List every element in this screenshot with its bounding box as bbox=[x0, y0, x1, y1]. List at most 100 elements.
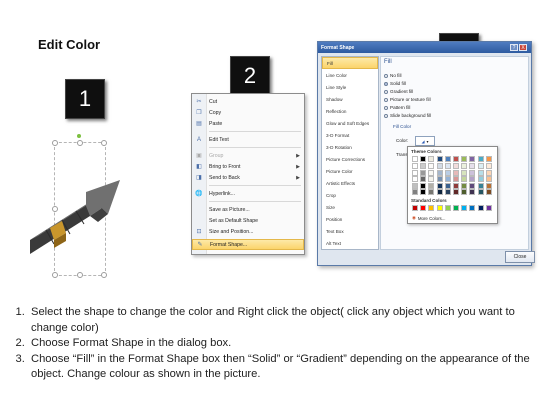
menu-item-edit-text[interactable]: A Edit Text bbox=[192, 134, 304, 145]
theme-color-swatch[interactable] bbox=[485, 189, 492, 195]
theme-color-swatch[interactable] bbox=[412, 163, 418, 170]
nav-shadow[interactable]: Shadow bbox=[322, 93, 378, 105]
nav-picture-corrections[interactable]: Picture Corrections bbox=[322, 153, 378, 165]
dialog-close-icon[interactable]: X bbox=[519, 44, 527, 51]
theme-color-swatch[interactable] bbox=[469, 189, 476, 195]
close-button[interactable]: Close bbox=[505, 251, 535, 263]
menu-item-bring-to-front[interactable]: ◧ Bring to Front ▶ bbox=[192, 161, 304, 172]
theme-color-swatch[interactable] bbox=[461, 176, 468, 183]
theme-color-swatch[interactable] bbox=[428, 176, 435, 183]
theme-color-swatch[interactable] bbox=[444, 182, 451, 189]
theme-color-swatch[interactable] bbox=[436, 169, 443, 176]
menu-item-cut[interactable]: ✂ Cut bbox=[192, 96, 304, 107]
theme-color-swatch[interactable] bbox=[412, 182, 418, 189]
menu-item-set-default-shape[interactable]: Set as Default Shape bbox=[192, 215, 304, 226]
theme-color-swatch[interactable] bbox=[461, 189, 468, 195]
theme-color-swatch[interactable] bbox=[485, 169, 492, 176]
theme-color-swatch[interactable] bbox=[477, 176, 484, 183]
standard-color-swatch[interactable] bbox=[453, 205, 459, 211]
theme-color-swatch[interactable] bbox=[453, 189, 459, 195]
standard-color-swatch[interactable] bbox=[436, 205, 443, 211]
theme-color-swatch[interactable] bbox=[436, 156, 443, 162]
standard-color-swatch[interactable] bbox=[461, 205, 468, 211]
resize-handle[interactable] bbox=[101, 272, 107, 278]
theme-color-swatch[interactable] bbox=[485, 182, 492, 189]
nav-3d-rotation[interactable]: 3-D Rotation bbox=[322, 141, 378, 153]
theme-color-swatch[interactable] bbox=[477, 189, 484, 195]
theme-color-swatch[interactable] bbox=[444, 189, 451, 195]
fill-color-dropdown[interactable]: ◢ ▾ bbox=[415, 136, 435, 146]
theme-color-swatch[interactable] bbox=[477, 182, 484, 189]
nav-crop[interactable]: Crop bbox=[322, 189, 378, 201]
theme-color-swatch[interactable] bbox=[485, 156, 492, 162]
theme-color-swatch[interactable] bbox=[469, 176, 476, 183]
theme-color-swatch[interactable] bbox=[436, 163, 443, 170]
theme-color-swatch[interactable] bbox=[420, 189, 427, 195]
theme-color-swatch[interactable] bbox=[477, 169, 484, 176]
menu-item-paste[interactable]: ▤ Paste bbox=[192, 118, 304, 129]
standard-color-swatch[interactable] bbox=[412, 205, 418, 211]
menu-item-format-shape[interactable]: ✎ Format Shape... bbox=[192, 239, 304, 250]
radio-solid-fill[interactable]: Solid fill bbox=[384, 81, 406, 86]
theme-color-swatch[interactable] bbox=[428, 182, 435, 189]
help-button[interactable]: ? bbox=[510, 44, 518, 51]
theme-color-swatch[interactable] bbox=[461, 182, 468, 189]
nav-line-style[interactable]: Line Style bbox=[322, 81, 378, 93]
nav-alt-text[interactable]: Alt Text bbox=[322, 237, 378, 249]
theme-color-swatch[interactable] bbox=[469, 163, 476, 170]
radio-slide-background-fill[interactable]: Slide background fill bbox=[384, 113, 431, 118]
menu-item-hyperlink[interactable]: 🌐 Hyperlink... bbox=[192, 188, 304, 199]
radio-pattern-fill[interactable]: Pattern fill bbox=[384, 105, 410, 110]
theme-color-swatch[interactable] bbox=[412, 176, 418, 183]
theme-color-swatch[interactable] bbox=[420, 156, 427, 162]
resize-handle[interactable] bbox=[77, 140, 83, 146]
nav-fill[interactable]: Fill bbox=[322, 57, 378, 69]
theme-color-swatch[interactable] bbox=[412, 169, 418, 176]
resize-handle[interactable] bbox=[52, 272, 58, 278]
theme-color-swatch[interactable] bbox=[469, 169, 476, 176]
more-colors-option[interactable]: ◉ More Colors... bbox=[412, 215, 445, 221]
theme-color-swatch[interactable] bbox=[453, 182, 459, 189]
theme-color-swatch[interactable] bbox=[436, 176, 443, 183]
theme-color-swatch[interactable] bbox=[420, 169, 427, 176]
theme-color-swatch[interactable] bbox=[453, 169, 459, 176]
theme-color-swatch[interactable] bbox=[461, 163, 468, 170]
nav-picture-color[interactable]: Picture Color bbox=[322, 165, 378, 177]
theme-color-swatch[interactable] bbox=[444, 169, 451, 176]
standard-color-swatch[interactable] bbox=[485, 205, 492, 211]
standard-color-swatch[interactable] bbox=[420, 205, 427, 211]
standard-color-swatch[interactable] bbox=[477, 205, 484, 211]
theme-color-swatch[interactable] bbox=[412, 156, 418, 162]
theme-color-swatch[interactable] bbox=[444, 176, 451, 183]
menu-item-save-as-picture[interactable]: Save as Picture... bbox=[192, 204, 304, 215]
radio-gradient-fill[interactable]: Gradient fill bbox=[384, 89, 413, 94]
theme-color-swatch[interactable] bbox=[420, 182, 427, 189]
resize-handle[interactable] bbox=[101, 140, 107, 146]
standard-color-swatch[interactable] bbox=[444, 205, 451, 211]
theme-color-swatch[interactable] bbox=[436, 182, 443, 189]
standard-color-swatch[interactable] bbox=[428, 205, 435, 211]
theme-color-swatch[interactable] bbox=[428, 163, 435, 170]
theme-color-swatch[interactable] bbox=[461, 169, 468, 176]
theme-color-swatch[interactable] bbox=[444, 156, 451, 162]
theme-color-swatch[interactable] bbox=[477, 156, 484, 162]
radio-picture-fill[interactable]: Picture or texture fill bbox=[384, 97, 431, 102]
theme-color-swatch[interactable] bbox=[469, 156, 476, 162]
theme-color-swatch[interactable] bbox=[444, 163, 451, 170]
nav-reflection[interactable]: Reflection bbox=[322, 105, 378, 117]
nav-3d-format[interactable]: 3-D Format bbox=[322, 129, 378, 141]
theme-color-swatch[interactable] bbox=[461, 156, 468, 162]
nav-position[interactable]: Position bbox=[322, 213, 378, 225]
puzzle-arrow-shape[interactable] bbox=[28, 178, 123, 268]
menu-item-size-position[interactable]: ⊡ Size and Position... bbox=[192, 226, 304, 237]
theme-color-swatch[interactable] bbox=[428, 169, 435, 176]
nav-glow-soft-edges[interactable]: Glow and Soft Edges bbox=[322, 117, 378, 129]
theme-color-swatch[interactable] bbox=[412, 189, 418, 195]
radio-no-fill[interactable]: No fill bbox=[384, 73, 402, 78]
nav-artistic-effects[interactable]: Artistic Effects bbox=[322, 177, 378, 189]
theme-color-swatch[interactable] bbox=[420, 176, 427, 183]
theme-color-swatch[interactable] bbox=[453, 176, 459, 183]
menu-item-send-to-back[interactable]: ◨ Send to Back ▶ bbox=[192, 172, 304, 183]
theme-color-swatch[interactable] bbox=[453, 156, 459, 162]
theme-color-swatch[interactable] bbox=[428, 156, 435, 162]
